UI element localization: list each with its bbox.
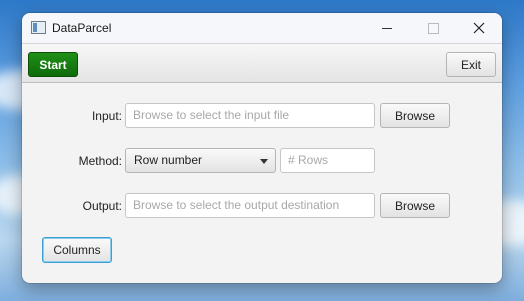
input-file-field[interactable]: Browse to select the input file	[125, 103, 375, 128]
output-destination-field[interactable]: Browse to select the output destination	[125, 193, 375, 218]
close-icon	[473, 22, 485, 34]
minimize-button[interactable]	[364, 13, 410, 43]
close-button[interactable]	[456, 13, 502, 43]
exit-button[interactable]: Exit	[446, 52, 496, 77]
minimize-icon	[382, 27, 392, 29]
columns-button[interactable]: Columns	[42, 237, 112, 263]
browse-input-button[interactable]: Browse	[380, 103, 450, 128]
title-bar[interactable]: DataParcel	[22, 13, 502, 43]
chevron-down-icon	[260, 159, 268, 164]
maximize-button[interactable]	[410, 13, 456, 43]
method-label: Method:	[78, 154, 122, 168]
window-title: DataParcel	[52, 21, 112, 35]
browse-output-button[interactable]: Browse	[380, 193, 450, 218]
toolbar: Start Exit	[22, 43, 502, 83]
maximize-icon	[427, 22, 439, 34]
rows-field[interactable]: # Rows	[280, 148, 375, 173]
app-icon	[31, 21, 46, 34]
method-select[interactable]: Row number	[125, 148, 276, 173]
input-label: Input:	[91, 109, 122, 123]
app-window: DataParcel Start Exit Input: Browse to s…	[22, 13, 502, 283]
start-button[interactable]: Start	[28, 52, 78, 77]
output-label: Output:	[82, 199, 122, 213]
method-selected-value: Row number	[134, 153, 203, 167]
